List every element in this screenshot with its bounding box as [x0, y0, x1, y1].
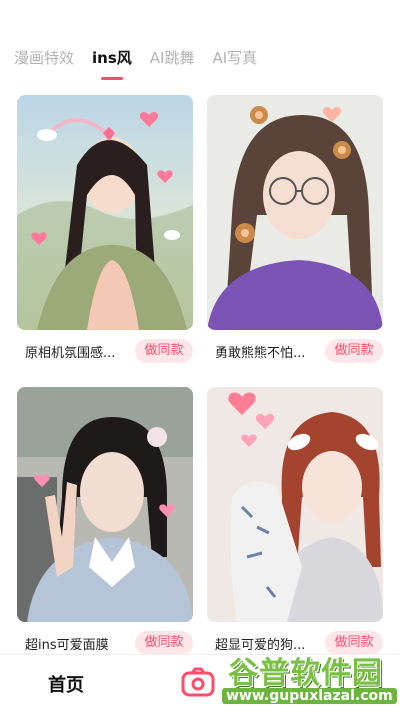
camera-icon[interactable] — [181, 667, 215, 697]
make-same-button[interactable]: 做同款 — [135, 339, 193, 363]
template-photo[interactable] — [17, 387, 193, 622]
nav-home[interactable]: 首页 — [48, 671, 84, 697]
template-photo[interactable] — [207, 387, 383, 622]
make-same-button[interactable]: 做同款 — [325, 339, 383, 363]
template-photo[interactable] — [207, 95, 383, 330]
watermark: 谷普软件园 www.gupuxlazal.com — [218, 646, 398, 710]
template-name: 原相机氛围感... — [25, 346, 116, 361]
tab-comic-effects[interactable]: 漫画特效 — [14, 40, 74, 76]
template-name: 勇敢熊熊不怕... — [215, 346, 306, 361]
template-card[interactable]: 原相机氛围感... 做同款 — [17, 95, 193, 363]
tab-ins-style[interactable]: ins风 — [92, 40, 132, 76]
make-same-button[interactable]: 做同款 — [135, 631, 193, 655]
tab-ai-portrait[interactable]: AI写真 — [212, 40, 257, 76]
template-photo[interactable] — [17, 95, 193, 330]
watermark-url: www.gupuxlazal.com — [222, 688, 397, 704]
template-card[interactable]: 超显可爱的狗... 做同款 — [207, 387, 383, 655]
watermark-title: 谷普软件园 — [228, 656, 383, 691]
template-name: 超ins可爱面膜 — [25, 638, 109, 653]
category-tabs: 漫画特效 ins风 AI跳舞 AI写真 — [14, 40, 257, 80]
template-card[interactable]: 勇敢熊熊不怕... 做同款 — [207, 95, 383, 363]
template-card[interactable]: 超ins可爱面膜 做同款 — [17, 387, 193, 655]
tab-ai-dance[interactable]: AI跳舞 — [150, 40, 195, 76]
